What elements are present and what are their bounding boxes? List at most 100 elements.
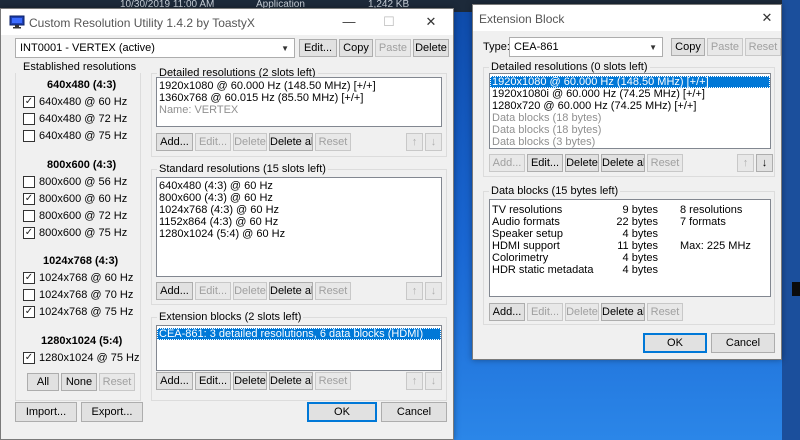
ext-ok-button[interactable]: OK: [643, 333, 707, 353]
ext-add-detailed-button: Add...: [489, 154, 525, 172]
import-button[interactable]: Import...: [15, 402, 77, 422]
list-item[interactable]: 1024x768 (4:3) @ 60 Hz: [157, 204, 441, 216]
add-standard-button[interactable]: Add...: [156, 282, 193, 300]
list-item[interactable]: Data blocks (18 bytes): [490, 112, 770, 124]
delete-display-button[interactable]: Delete: [413, 39, 449, 57]
delete-all-extension-button[interactable]: Delete all: [269, 372, 313, 390]
cancel-button[interactable]: Cancel: [381, 402, 447, 422]
list-item[interactable]: 1920x1080 @ 60.000 Hz (148.50 MHz) [+/+]: [157, 80, 441, 92]
arrow-down-icon: ↓: [425, 372, 442, 390]
list-item[interactable]: HDR static metadata: [492, 264, 602, 276]
extension-block-window: Extension Block ✕ Type: CEA-861 ▼ Copy P…: [472, 4, 782, 360]
checkbox-mark: ✓: [23, 96, 35, 108]
established-label: Established resolutions: [23, 61, 137, 73]
paste-button: Paste: [375, 39, 411, 57]
ok-button[interactable]: OK: [307, 402, 377, 422]
delete-all-detailed-button[interactable]: Delete all: [269, 133, 313, 151]
close-icon[interactable]: ✕: [753, 7, 781, 29]
reset-extension-button: Reset: [315, 372, 351, 390]
cru-titlebar: Custom Resolution Utility 1.4.2 by Toast…: [1, 9, 453, 35]
minimize-icon[interactable]: —: [329, 11, 369, 33]
ext-paste-button: Paste: [707, 38, 743, 56]
display-select-value: INT0001 - VERTEX (active): [20, 42, 155, 54]
list-item[interactable]: 640x480 (4:3) @ 60 Hz: [157, 180, 441, 192]
ext-cancel-button[interactable]: Cancel: [711, 333, 775, 353]
ext-copy-button[interactable]: Copy: [671, 38, 705, 56]
chevron-down-icon: ▼: [281, 44, 289, 53]
maximize-icon: ☐: [383, 14, 395, 29]
ext-datablocks-list[interactable]: TV resolutions Audio formats Speaker set…: [489, 199, 771, 297]
cru-window-title: Custom Resolution Utility 1.4.2 by Toast…: [29, 16, 255, 30]
list-item[interactable]: Audio formats: [492, 216, 602, 228]
delete-extension-button[interactable]: Delete: [233, 372, 267, 390]
list-item-selected[interactable]: 1920x1080 @ 60.000 Hz (148.50 MHz) [+/+]: [490, 76, 770, 88]
ext-edit-detailed-button[interactable]: Edit...: [527, 154, 563, 172]
close-icon[interactable]: ✕: [411, 11, 451, 33]
edit-extension-button[interactable]: Edit...: [195, 372, 231, 390]
ext-add-datablock-button[interactable]: Add...: [489, 303, 525, 321]
standard-label: Standard resolutions (15 slots left): [157, 163, 328, 175]
edit-detailed-button: Edit...: [195, 133, 231, 151]
extension-label: Extension blocks (2 slots left): [157, 311, 304, 323]
delete-all-standard-button[interactable]: Delete all: [269, 282, 313, 300]
display-select[interactable]: INT0001 - VERTEX (active) ▼: [15, 38, 295, 58]
ext-detailed-label: Detailed resolutions (0 slots left): [489, 61, 650, 73]
ext-edit-datablock-button: Edit...: [527, 303, 563, 321]
delete-standard-button: Delete: [233, 282, 267, 300]
detailed-list[interactable]: 1920x1080 @ 60.000 Hz (148.50 MHz) [+/+]…: [156, 77, 442, 127]
standard-list[interactable]: 640x480 (4:3) @ 60 Hz 800x600 (4:3) @ 60…: [156, 177, 442, 277]
edit-display-button[interactable]: Edit...: [299, 39, 337, 57]
group-header: 1280x1024 (5:4): [41, 335, 123, 347]
arrow-up-icon: ↑: [406, 282, 423, 300]
ext-delete-all-detailed-button[interactable]: Delete all: [601, 154, 645, 172]
type-label: Type:: [483, 41, 510, 53]
datablock-names: TV resolutions Audio formats Speaker set…: [492, 204, 602, 276]
none-button[interactable]: None: [61, 373, 97, 391]
delete-detailed-button: Delete: [233, 133, 267, 151]
type-select[interactable]: CEA-861 ▼: [509, 37, 663, 57]
reset-standard-button: Reset: [315, 282, 351, 300]
ext-detailed-list[interactable]: 1920x1080 @ 60.000 Hz (148.50 MHz) [+/+]…: [489, 73, 771, 149]
list-item[interactable]: Speaker setup: [492, 228, 602, 240]
group-header: 1024x768 (4:3): [43, 255, 119, 267]
list-item[interactable]: HDMI support: [492, 240, 602, 252]
group-header: 800x600 (4:3): [47, 159, 117, 171]
datablock-info: 8 resolutions 7 formats Max: 225 MHz: [680, 204, 751, 252]
reset-established-button: Reset: [99, 373, 135, 391]
ext-delete-datablock-button: Delete: [565, 303, 599, 321]
extension-list[interactable]: CEA-861: 3 detailed resolutions, 6 data …: [156, 325, 442, 371]
copy-button[interactable]: Copy: [339, 39, 373, 57]
list-item[interactable]: 1920x1080i @ 60.000 Hz (74.25 MHz) [+/+]: [490, 88, 770, 100]
list-item[interactable]: Data blocks (3 bytes): [490, 136, 770, 148]
ext-titlebar: Extension Block ✕: [473, 5, 781, 31]
display-name-line: Name: VERTEX: [159, 104, 239, 116]
list-item[interactable]: TV resolutions: [492, 204, 602, 216]
ext-delete-all-datablock-button[interactable]: Delete all: [601, 303, 645, 321]
add-extension-button[interactable]: Add...: [156, 372, 193, 390]
reset-detailed-button: Reset: [315, 133, 351, 151]
ext-reset-detailed-button: Reset: [647, 154, 683, 172]
ext-reset-button: Reset: [745, 38, 781, 56]
list-item[interactable]: 1280x720 @ 60.000 Hz (74.25 MHz) [+/+]: [490, 100, 770, 112]
ext-datablocks-label: Data blocks (15 bytes left): [489, 185, 621, 197]
group-header: 640x480 (4:3): [47, 79, 117, 91]
list-item-selected[interactable]: CEA-861: 3 detailed resolutions, 6 data …: [157, 328, 441, 340]
desktop-edge: [782, 0, 800, 440]
list-item[interactable]: 1360x768 @ 60.015 Hz (85.50 MHz) [+/+]: [157, 92, 441, 104]
list-item[interactable]: 1152x864 (4:3) @ 60 Hz: [157, 216, 441, 228]
ext-window-title: Extension Block: [479, 12, 565, 26]
type-select-value: CEA-861: [514, 41, 559, 53]
ext-delete-detailed-button[interactable]: Delete: [565, 154, 599, 172]
list-item[interactable]: Data blocks (18 bytes): [490, 124, 770, 136]
arrow-up-icon: ↑: [406, 372, 423, 390]
add-detailed-button[interactable]: Add...: [156, 133, 193, 151]
chevron-down-icon: ▼: [649, 43, 657, 52]
edit-standard-button: Edit...: [195, 282, 231, 300]
arrow-down-icon[interactable]: ↓: [756, 154, 773, 172]
list-item[interactable]: 800x600 (4:3) @ 60 Hz: [157, 192, 441, 204]
list-item[interactable]: Colorimetry: [492, 252, 602, 264]
arrow-down-icon: ↓: [425, 133, 442, 151]
all-button[interactable]: All: [27, 373, 59, 391]
list-item[interactable]: 1280x1024 (5:4) @ 60 Hz: [157, 228, 441, 240]
export-button[interactable]: Export...: [81, 402, 143, 422]
